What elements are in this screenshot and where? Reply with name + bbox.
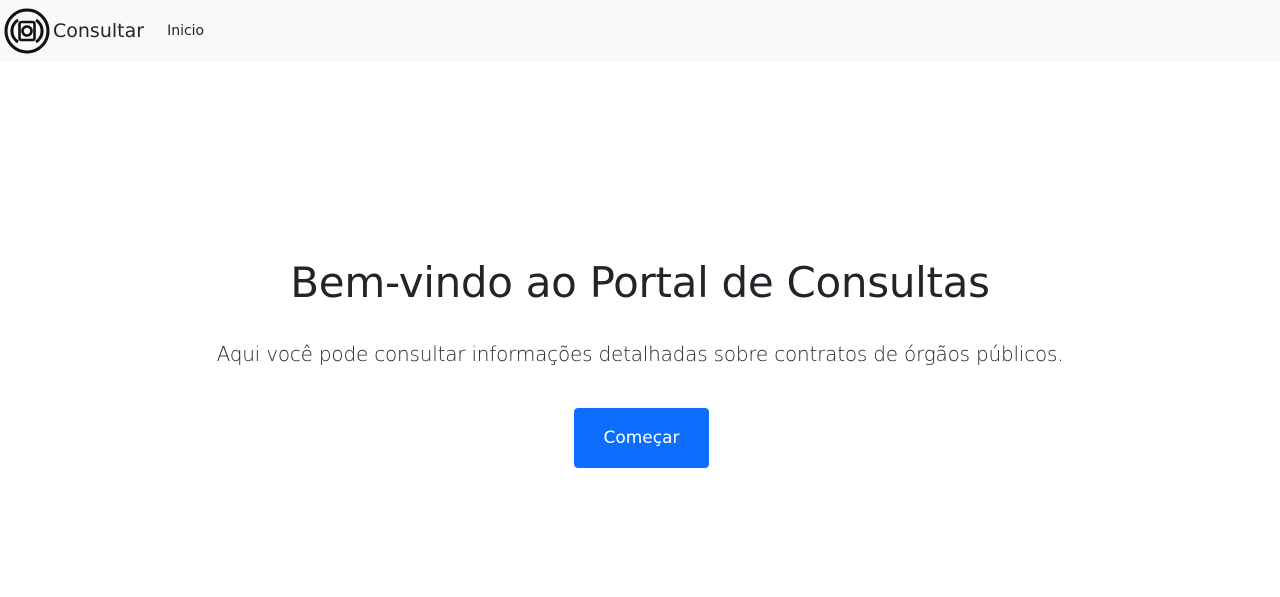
hero-section: Bem-vindo ao Portal de Consultas Aqui vo… [0,62,1280,597]
start-button[interactable]: Começar [574,408,709,468]
circle-target-icon [4,8,50,54]
page-title: Bem-vindo ao Portal de Consultas [290,258,990,307]
navbar: Consultar Inicio [0,0,1280,62]
brand-label: Consultar [53,20,145,42]
nav-link-inicio[interactable]: Inicio [167,23,204,39]
hero-description: Aqui você pode consultar informações det… [216,342,1064,366]
brand-link[interactable]: Consultar [4,8,144,54]
